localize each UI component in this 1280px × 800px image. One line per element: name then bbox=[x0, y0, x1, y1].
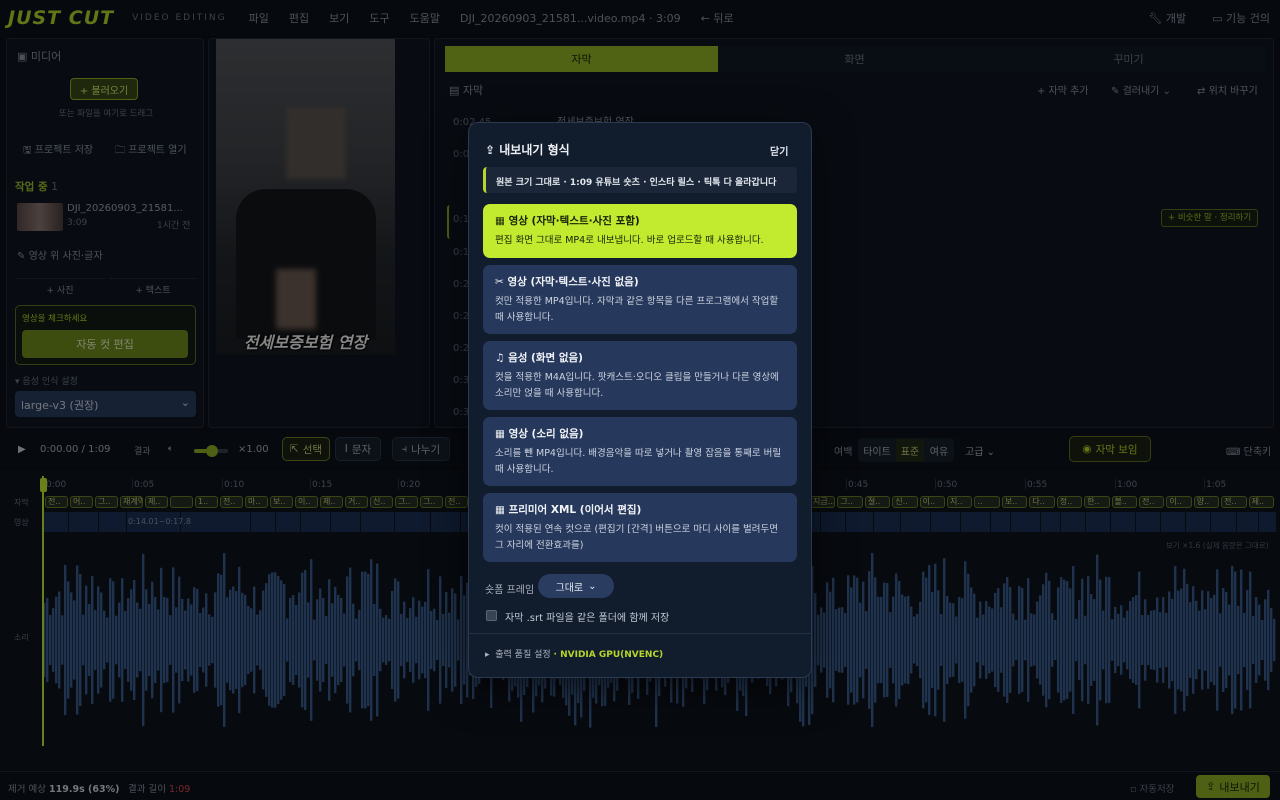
option-desc: 편집 화면 그대로 MP4로 내보냅니다. 바로 업로드할 때 사용합니다. bbox=[495, 235, 764, 246]
option-premiere-xml[interactable]: ▦ 프리미어 XML (이어서 편집) 컷이 적용된 연속 컷으로 (편집기 [… bbox=[483, 493, 797, 562]
format-banner: 원본 크기 그대로 · 1:09 유튜브 숏츠 · 인스타 릴스 · 틱톡 다 … bbox=[483, 167, 797, 193]
quality-value: · NVIDIA GPU(NVENC) bbox=[553, 650, 664, 660]
film-icon: ▦ bbox=[495, 215, 505, 227]
frame-value: 그대로 bbox=[555, 582, 584, 594]
frame-select[interactable]: 그대로 ⌄ bbox=[538, 574, 614, 598]
film-icon: ▦ bbox=[495, 504, 505, 516]
option-video-cut-only[interactable]: ✂ 영상 (자막·텍스트·사진 없음) 컷만 적용한 MP4입니다. 자막과 같… bbox=[483, 265, 797, 334]
export-modal: ⇪ 내보내기 형식 닫기 원본 크기 그대로 · 1:09 유튜브 숏츠 · 인… bbox=[468, 122, 812, 678]
option-desc: 컷만 적용한 MP4입니다. 자막과 같은 항목을 다른 프로그램에서 작업할 … bbox=[495, 296, 779, 323]
quality-settings-toggle[interactable]: ▸ 출력 품질 설정 · NVIDIA GPU(NVENC) bbox=[485, 647, 663, 660]
modal-divider bbox=[469, 633, 811, 634]
frame-label: 숏폼 프레임 bbox=[485, 585, 535, 596]
modal-title: ⇪ 내보내기 형식 bbox=[485, 141, 570, 158]
option-desc: 컷이 적용된 연속 컷으로 (편집기 [간격] 버튼으로 마디 사이를 벌려두면… bbox=[495, 524, 779, 551]
quality-label: 출력 품질 설정 bbox=[495, 650, 551, 660]
option-audio-only[interactable]: ♫ 음성 (화면 없음) 컷을 적용한 M4A입니다. 팟캐스트·오디오 클립을… bbox=[483, 341, 797, 410]
option-video-with-overlays[interactable]: ▦ 영상 (자막·텍스트·사진 포함) 편집 화면 그대로 MP4로 내보냅니다… bbox=[483, 204, 797, 258]
chevron-down-icon: ⌄ bbox=[588, 580, 597, 592]
upload-icon: ⇪ bbox=[485, 143, 496, 157]
option-title: 영상 (자막·텍스트·사진 없음) bbox=[507, 276, 639, 288]
close-button[interactable]: 닫기 bbox=[770, 143, 788, 158]
option-title: 영상 (자막·텍스트·사진 포함) bbox=[508, 215, 640, 227]
option-title: 영상 (소리 없음) bbox=[508, 428, 584, 440]
scissors-icon: ✂ bbox=[495, 276, 504, 288]
triangle-right-icon: ▸ bbox=[485, 650, 490, 660]
film-icon: ▦ bbox=[495, 428, 505, 440]
srt-checkbox[interactable] bbox=[486, 610, 497, 621]
modal-title-label: 내보내기 형식 bbox=[499, 143, 570, 157]
option-video-no-audio[interactable]: ▦ 영상 (소리 없음) 소리를 뺀 MP4입니다. 배경음악을 따로 넣거나 … bbox=[483, 417, 797, 486]
option-desc: 소리를 뺀 MP4입니다. 배경음악을 따로 넣거나 촬영 잡음을 통째로 버릴… bbox=[495, 448, 782, 475]
option-title: 음성 (화면 없음) bbox=[508, 352, 583, 364]
option-title: 프리미어 XML (이어서 편집) bbox=[508, 504, 642, 516]
music-icon: ♫ bbox=[495, 352, 505, 364]
srt-label[interactable]: 자막 .srt 파일을 같은 폴더에 함께 저장 bbox=[505, 609, 669, 624]
option-desc: 컷을 적용한 M4A입니다. 팟캐스트·오디오 클립을 만들거나 다른 영상에 … bbox=[495, 372, 779, 399]
